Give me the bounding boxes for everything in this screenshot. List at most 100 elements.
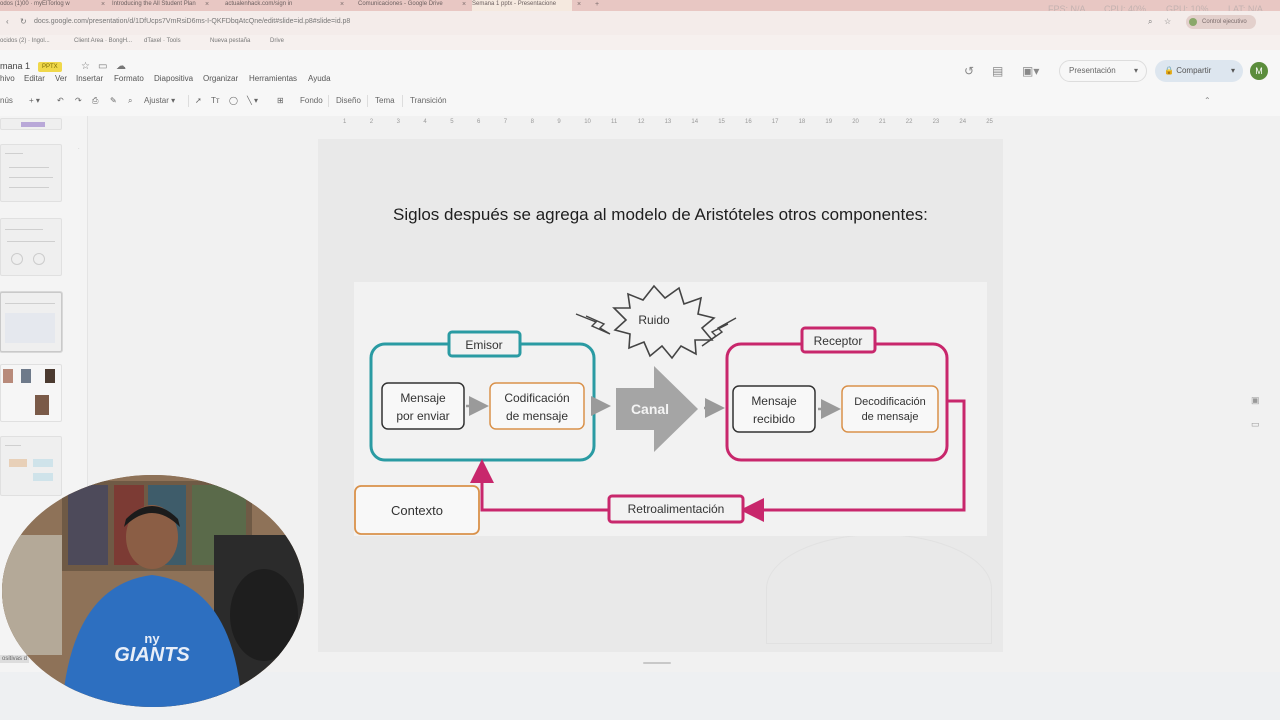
speaker-notes-handle[interactable]	[643, 662, 671, 664]
back-icon[interactable]: ‹	[6, 17, 9, 26]
decoding-line2: de mensaje	[862, 411, 919, 423]
bookmark-item[interactable]: dTaxel · Tools	[144, 38, 181, 44]
ruler-tick-label: 24	[959, 119, 967, 125]
thumbnail-line	[9, 187, 49, 188]
ruler-tick-label: 6	[477, 119, 481, 125]
menu-slide[interactable]: Diapositiva	[154, 74, 193, 83]
bookmark-item[interactable]: Drive	[270, 38, 284, 44]
menu-edit[interactable]: Editar	[24, 74, 45, 83]
transition-button[interactable]: Transición	[410, 96, 447, 105]
browser-tab-active[interactable]: Semana 1 pptx - Presentacione	[472, 0, 572, 11]
theme-button[interactable]: Tema	[375, 96, 395, 105]
document-title[interactable]: mana 1	[0, 61, 30, 71]
comments-icon[interactable]: ▤	[992, 64, 1003, 78]
ruler-tick-label: 16	[745, 119, 752, 125]
browser-tab[interactable]: actualenhack.com/sign in	[225, 0, 315, 11]
ruler-tick-label: 5	[450, 119, 454, 125]
new-tab-icon[interactable]: +	[595, 0, 599, 9]
bookmark-item[interactable]: Nueva pestaña	[210, 38, 250, 44]
browser-tab[interactable]: odos (1)00 · myElTorlog w	[0, 0, 100, 11]
slide-thumbnail[interactable]	[0, 218, 62, 276]
meet-icon[interactable]: ▣▾	[1022, 64, 1039, 78]
menu-format[interactable]: Formato	[114, 74, 144, 83]
undo-icon[interactable]: ↶	[57, 96, 64, 105]
textbox-icon[interactable]: Tт	[211, 96, 220, 105]
ruler-tick-label: 9	[557, 119, 561, 125]
slide-body-text[interactable]: Siglos después se agrega al modelo de Ar…	[393, 202, 944, 227]
zoom-icon[interactable]: ⌕	[128, 96, 132, 106]
slide-thumbnail[interactable]	[0, 144, 62, 202]
print-icon[interactable]: ⎙	[92, 96, 98, 106]
menu-tools[interactable]: Herramientas	[249, 74, 297, 83]
ruler-tick-label: 7	[503, 119, 508, 125]
ruler-tick-label: 18	[798, 119, 806, 125]
menus-button[interactable]: nús	[0, 96, 13, 105]
message-received-line1: Mensaje	[751, 394, 797, 408]
toolbar-divider	[328, 95, 329, 107]
thumbnail-shape	[33, 253, 45, 265]
slide-thumbnail-current[interactable]	[0, 292, 62, 352]
thumbnail-photo	[3, 369, 13, 383]
folder-icon[interactable]: ▭	[98, 61, 107, 72]
comment-add-icon[interactable]: ⊞	[277, 96, 284, 105]
communication-model-diagram[interactable]: Ruido Emisor Mensaje por enviar Codifica…	[354, 282, 987, 536]
slide-thumbnail[interactable]	[0, 364, 62, 422]
folder-icon[interactable]: ▭	[1251, 419, 1260, 430]
sender-label: Emisor	[465, 338, 502, 352]
background-button[interactable]: Fondo	[300, 96, 323, 105]
ruler-tick-label: 2	[369, 119, 374, 125]
close-tab-icon[interactable]: ×	[462, 0, 466, 9]
collapse-toolbar-icon[interactable]: ⌃	[1204, 96, 1211, 105]
menu-arrange[interactable]: Organizar	[203, 74, 238, 83]
bookmark-item[interactable]: Client Area · BongH...	[74, 38, 132, 44]
thumbnail-shape	[11, 253, 23, 265]
shape-icon[interactable]: ◯	[229, 96, 238, 105]
history-icon[interactable]: ↺	[964, 64, 974, 78]
reload-icon[interactable]: ↻	[20, 17, 27, 26]
layout-button[interactable]: Diseño	[336, 96, 361, 105]
present-label: Presentación	[1069, 66, 1116, 75]
profile-chip[interactable]: Control ejecutivo	[1186, 15, 1256, 29]
menu-view[interactable]: Ver	[55, 74, 67, 83]
browser-tab[interactable]: Introducing the All Student Plan	[112, 0, 202, 11]
keep-icon[interactable]: ▣	[1251, 395, 1260, 406]
close-tab-icon[interactable]: ×	[340, 0, 344, 9]
menu-file[interactable]: hivo	[0, 74, 15, 83]
menu-insert[interactable]: Insertar	[76, 74, 103, 83]
close-tab-icon[interactable]: ×	[101, 0, 105, 9]
line-icon[interactable]: ╲ ▾	[247, 96, 258, 105]
feedback-line-left	[470, 459, 609, 512]
encoding-line1: Codificación	[504, 391, 569, 405]
bookmark-item[interactable]: ocidos (2) · Ingol...	[0, 38, 50, 44]
account-avatar[interactable]: M	[1250, 62, 1268, 80]
ruler-tick-label: 15	[718, 119, 725, 125]
cloud-icon[interactable]: ☁	[116, 61, 126, 72]
add-slide-icon[interactable]: + ▾	[29, 96, 40, 105]
menu-help[interactable]: Ayuda	[308, 74, 331, 83]
present-button[interactable]: Presentación ▾	[1059, 60, 1147, 82]
browser-tab[interactable]: Comunicaciones - Google Drive	[358, 0, 458, 11]
ruler-tick-label: 23	[932, 119, 940, 125]
slide-thumbnail[interactable]	[0, 436, 62, 496]
zoom-select[interactable]: Ajustar ▾	[144, 96, 175, 105]
star-icon[interactable]: ☆	[81, 61, 90, 72]
slide-thumbnail[interactable]	[0, 118, 62, 130]
bookmark-star-icon[interactable]: ☆	[1164, 17, 1171, 26]
url-text[interactable]: docs.google.com/presentation/d/1DfUcps7V…	[34, 18, 350, 25]
select-cursor-icon[interactable]: ➚	[195, 96, 202, 105]
paint-format-icon[interactable]: ✎	[110, 96, 117, 105]
thumbnail-diagram	[5, 313, 55, 343]
thumbnail-shape	[33, 459, 53, 467]
lightning-bolt-icon	[575, 313, 611, 335]
close-tab-icon[interactable]: ×	[577, 0, 581, 9]
close-tab-icon[interactable]: ×	[205, 0, 209, 9]
ruler-tick-label: 25	[986, 119, 993, 125]
ruler-tick-label: 14	[691, 119, 699, 125]
zoom-icon[interactable]: ⌕	[1148, 17, 1152, 27]
noise-label: Ruido	[638, 313, 670, 327]
slide[interactable]: Siglos después se agrega al modelo de Ar…	[318, 139, 1003, 652]
redo-icon[interactable]: ↷	[75, 96, 82, 105]
ruler-tick-label: 13	[664, 119, 672, 125]
share-button[interactable]: 🔒 Compartir ▾	[1155, 60, 1243, 82]
svg-text:ny: ny	[144, 631, 160, 646]
